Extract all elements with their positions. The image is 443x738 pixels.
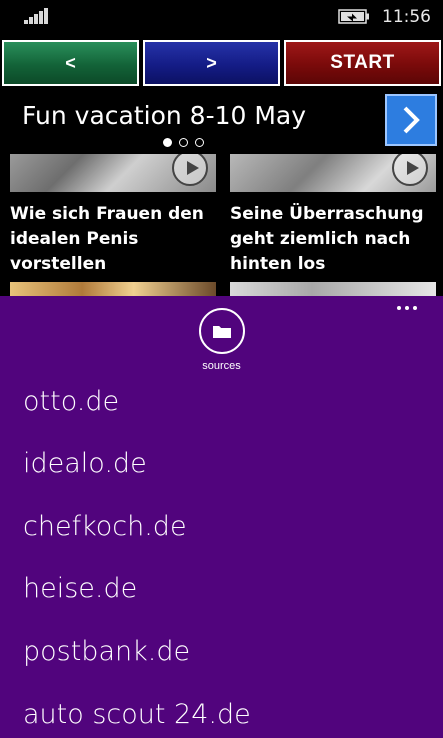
article-thumbnail[interactable] <box>230 282 436 296</box>
menu-item-autoscout24[interactable]: auto scout 24.de <box>23 699 251 730</box>
carousel-dot <box>195 138 204 147</box>
start-button[interactable]: START <box>284 40 441 86</box>
carousel-indicator <box>163 138 204 148</box>
article-title: Wie sich Frauen den idealen Penis vorste… <box>10 204 204 274</box>
signal-strength-icon <box>24 8 50 24</box>
carousel-dot <box>179 138 188 147</box>
play-video-icon <box>392 154 428 186</box>
article-thumbnail <box>10 154 216 192</box>
banner-next-button[interactable] <box>385 94 437 146</box>
app-bar-menu: sources otto.de idealo.de chefkoch.de he… <box>0 296 443 738</box>
banner-title: Fun vacation 8-10 May <box>22 101 307 130</box>
chevron-right-icon <box>403 106 420 134</box>
menu-item-postbank[interactable]: postbank.de <box>23 636 190 667</box>
sources-button[interactable] <box>199 308 245 354</box>
previous-button[interactable]: < <box>2 40 139 86</box>
next-button[interactable]: > <box>143 40 280 86</box>
article-thumbnail <box>230 154 436 192</box>
more-options-icon[interactable] <box>397 306 417 310</box>
article-title: Seine Überraschung geht ziemlich nach hi… <box>230 204 424 274</box>
clock: 11:56 <box>382 7 431 27</box>
article-card[interactable]: Seine Überraschung geht ziemlich nach hi… <box>230 154 436 277</box>
battery-charging-icon <box>338 9 369 24</box>
menu-item-heise[interactable]: heise.de <box>23 573 137 604</box>
menu-item-chefkoch[interactable]: chefkoch.de <box>23 511 187 542</box>
carousel-dot <box>163 138 172 147</box>
menu-item-otto[interactable]: otto.de <box>23 386 119 417</box>
article-grid: Wie sich Frauen den idealen Penis vorste… <box>0 154 443 296</box>
nav-button-row: < > START <box>0 38 443 86</box>
folder-icon <box>213 326 231 338</box>
play-video-icon <box>172 154 208 186</box>
menu-item-idealo[interactable]: idealo.de <box>23 448 147 479</box>
sources-label: sources <box>202 360 241 372</box>
promo-banner[interactable]: Fun vacation 8-10 May <box>0 88 443 154</box>
status-bar: 11:56 <box>0 0 443 36</box>
article-thumbnail[interactable] <box>10 282 216 296</box>
article-card[interactable]: Wie sich Frauen den idealen Penis vorste… <box>10 154 216 277</box>
